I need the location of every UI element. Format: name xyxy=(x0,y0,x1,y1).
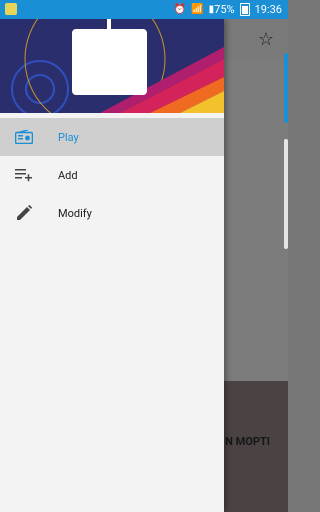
status-bar: ⏰ 📶 ▮ 75% 19:36 xyxy=(0,0,288,19)
menu-item-label: Play xyxy=(58,130,79,144)
menu-item-modify[interactable]: Modify xyxy=(0,194,224,232)
pencil-icon xyxy=(15,204,33,222)
battery-percent: 75% xyxy=(214,3,235,16)
alarm-icon: ⏰ xyxy=(173,4,187,15)
playlist-add-icon xyxy=(15,166,33,184)
background-card xyxy=(284,53,288,123)
navigation-drawer: Play Add Modify xyxy=(0,19,224,512)
clock: 19:36 xyxy=(254,3,282,16)
menu-item-play[interactable]: Play xyxy=(0,118,224,156)
menu-item-label: Add xyxy=(58,168,78,182)
star-icon[interactable]: ☆ xyxy=(258,29,274,50)
app-notification-icon xyxy=(5,3,17,15)
background-card xyxy=(284,139,288,249)
drawer-menu: Play Add Modify xyxy=(0,118,224,232)
bottom-panel-text: N MOPTI xyxy=(225,435,270,448)
app-logo xyxy=(72,29,147,95)
menu-item-add[interactable]: Add xyxy=(0,156,224,194)
wifi-icon: 📶 xyxy=(191,4,204,15)
logo-tab xyxy=(107,19,111,29)
menu-item-label: Modify xyxy=(58,206,92,220)
radio-icon xyxy=(15,128,33,146)
drawer-header xyxy=(0,19,224,113)
battery-icon xyxy=(239,3,250,16)
